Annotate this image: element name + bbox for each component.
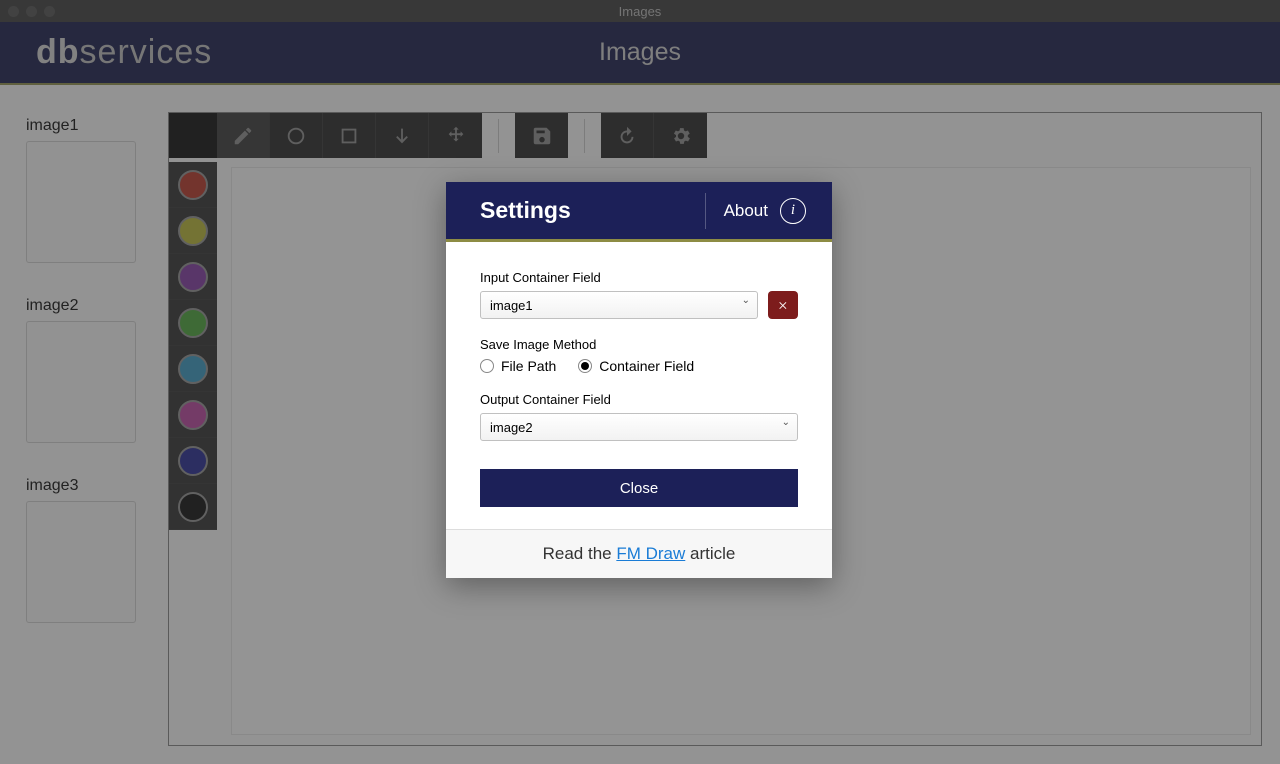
modal-title: Settings xyxy=(480,197,705,224)
output-field-label: Output Container Field xyxy=(480,392,798,407)
method-label: Save Image Method xyxy=(480,337,798,352)
settings-modal: Settings About i Input Container Field i… xyxy=(446,182,832,578)
about-label: About xyxy=(724,201,768,221)
clear-input-button[interactable] xyxy=(768,291,798,319)
fm-draw-link[interactable]: FM Draw xyxy=(616,544,685,563)
close-button[interactable]: Close xyxy=(480,469,798,507)
modal-header: Settings About i xyxy=(446,182,832,242)
radio-label: Container Field xyxy=(599,358,694,374)
footer-prefix: Read the xyxy=(543,544,617,563)
input-container-value: image1 xyxy=(490,298,533,313)
chevron-down-icon: ⌄ xyxy=(782,417,790,428)
close-icon xyxy=(778,300,789,311)
modal-footer: Read the FM Draw article xyxy=(446,529,832,578)
radio-file-path[interactable]: File Path xyxy=(480,358,556,374)
radio-icon xyxy=(578,359,592,373)
input-container-select[interactable]: image1 ⌄ xyxy=(480,291,758,319)
about-link[interactable]: About i xyxy=(705,193,806,229)
radio-icon xyxy=(480,359,494,373)
chevron-down-icon: ⌄ xyxy=(742,295,750,306)
modal-body: Input Container Field image1 ⌄ Save Imag… xyxy=(446,242,832,529)
output-container-select[interactable]: image2 ⌄ xyxy=(480,413,798,441)
radio-container-field[interactable]: Container Field xyxy=(578,358,694,374)
input-field-label: Input Container Field xyxy=(480,270,798,285)
radio-label: File Path xyxy=(501,358,556,374)
info-icon: i xyxy=(780,198,806,224)
save-method-radio-group: File Path Container Field xyxy=(480,358,798,374)
footer-suffix: article xyxy=(685,544,735,563)
output-container-value: image2 xyxy=(490,420,533,435)
